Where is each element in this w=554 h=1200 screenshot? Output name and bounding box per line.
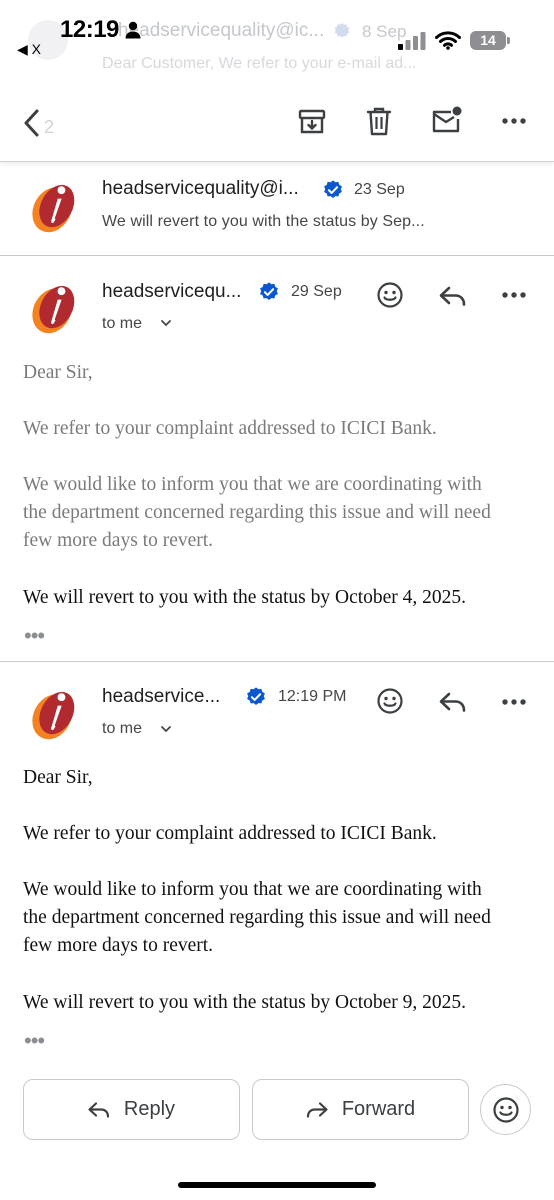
forward-button[interactable]: Forward: [252, 1079, 469, 1140]
forward-button-label: Forward: [341, 1098, 416, 1120]
icici-logo-avatar: [32, 691, 75, 740]
reply-button[interactable]: Reply: [23, 1079, 240, 1140]
reply-button-label: Reply: [123, 1098, 176, 1120]
cellular-signal-icon: [398, 32, 426, 50]
verified-badge-icon: [324, 180, 342, 198]
email-paragraph: We refer to your complaint addressed to …: [23, 823, 437, 844]
message-date: 12:19 PM: [278, 688, 347, 705]
chevron-down-icon[interactable]: [161, 726, 171, 733]
more-horizontal-icon[interactable]: [502, 118, 526, 124]
top-app-bar: headservicequality@ic... 8 Sep Dear Cust…: [0, 0, 554, 162]
status-time: 12:19: [60, 16, 119, 43]
email-paragraph: We would like to inform you that we are …: [23, 474, 491, 551]
icici-logo-avatar: [32, 184, 75, 233]
archive-icon[interactable]: [298, 108, 326, 136]
email-paragraph: We will revert to you with the status by…: [23, 587, 467, 608]
background-thread-count: 2: [44, 117, 55, 137]
message-card-1: headservicequ... 29 Sep to me Dear Sir, …: [0, 256, 554, 660]
message-card-2: headservice... 12:19 PM to me Dear Sir, …: [0, 662, 554, 1062]
back-to-app-link[interactable]: ◀ X: [17, 41, 41, 58]
email-greeting: Dear Sir,: [23, 767, 93, 788]
reply-icon[interactable]: [439, 286, 467, 306]
message-date: 29 Sep: [291, 283, 342, 300]
emoji-reaction-icon[interactable]: [377, 282, 403, 308]
collapsed-message[interactable]: headservicequality@i... 23 Sep We will r…: [0, 164, 554, 254]
reply-icon[interactable]: [439, 692, 467, 712]
person-icon: [125, 21, 141, 39]
verified-badge-icon: [260, 282, 278, 300]
message-date: 23 Sep: [354, 181, 405, 198]
forward-icon: [306, 1101, 328, 1118]
email-paragraph: We would like to inform you that we are …: [23, 879, 491, 956]
emoji-reaction-icon[interactable]: [377, 688, 403, 714]
chevron-down-icon[interactable]: [161, 320, 171, 327]
background-sender: headservicequality@ic...: [118, 20, 325, 41]
email-paragraph: We refer to your complaint addressed to …: [23, 418, 437, 439]
verified-badge-icon: [247, 687, 265, 705]
message-snippet: We will revert to you with the status by…: [102, 213, 425, 230]
show-trimmed-content-button[interactable]: •••: [24, 623, 45, 649]
wifi-icon: [435, 31, 461, 50]
battery-indicator: 14: [470, 31, 506, 50]
sender-name[interactable]: headservice...: [102, 686, 220, 708]
email-paragraph: We will revert to you with the status by…: [23, 992, 467, 1013]
home-indicator[interactable]: [178, 1182, 376, 1188]
background-snippet: Dear Customer, We refer to your e-mail a…: [102, 55, 417, 72]
show-trimmed-content-button[interactable]: •••: [24, 1028, 45, 1054]
background-verified-icon: [334, 23, 350, 38]
more-horizontal-icon[interactable]: [502, 699, 526, 705]
recipient-label[interactable]: to me: [102, 315, 142, 333]
mark-unread-icon[interactable]: [431, 106, 463, 134]
reply-icon: [88, 1101, 110, 1118]
email-greeting: Dear Sir,: [23, 362, 93, 383]
icici-logo-avatar: [32, 285, 75, 334]
more-horizontal-icon[interactable]: [502, 292, 526, 298]
emoji-icon: [492, 1096, 519, 1123]
trash-icon[interactable]: [366, 107, 392, 136]
emoji-reaction-button[interactable]: [480, 1084, 531, 1135]
chevron-left-icon[interactable]: [22, 108, 40, 138]
sender-name[interactable]: headservicequ...: [102, 281, 241, 303]
battery-tip: [507, 37, 510, 44]
recipient-label[interactable]: to me: [102, 720, 142, 738]
sender-name: headservicequality@i...: [102, 178, 299, 199]
